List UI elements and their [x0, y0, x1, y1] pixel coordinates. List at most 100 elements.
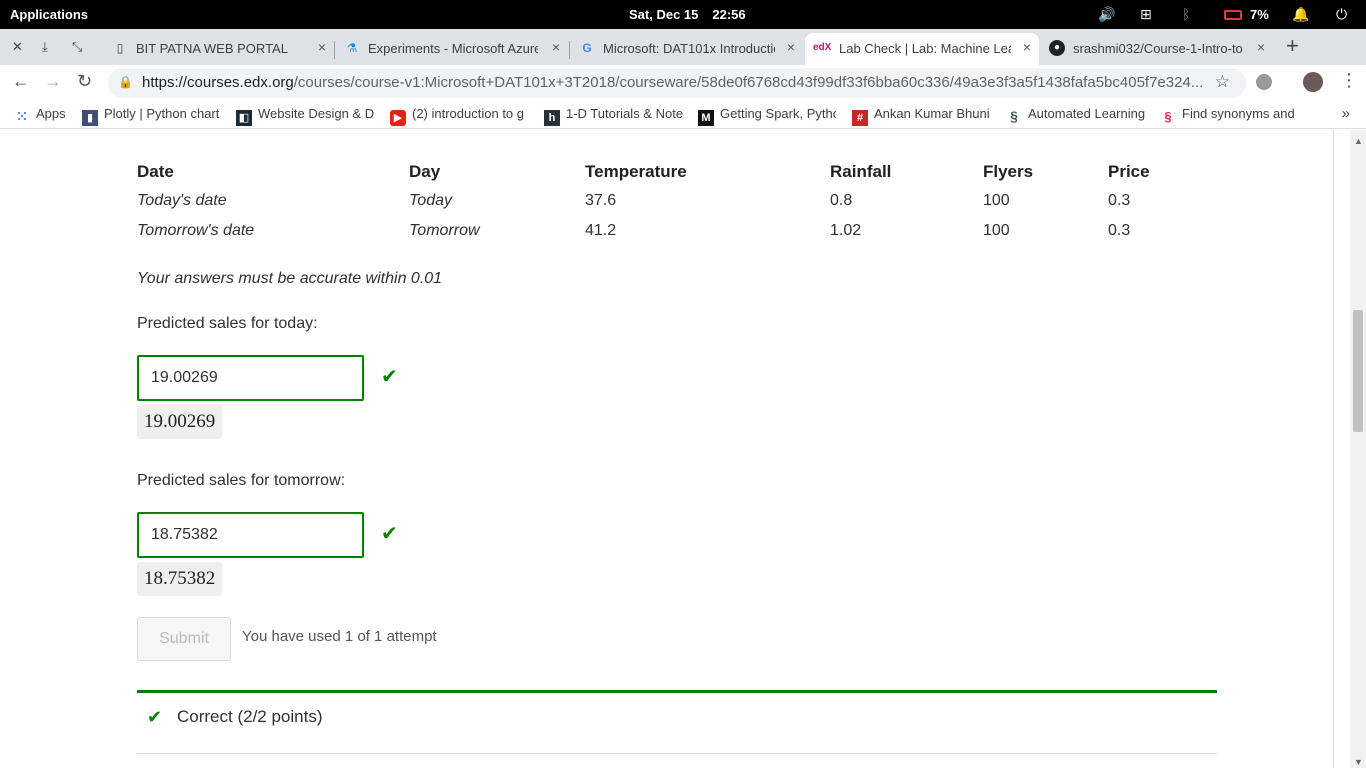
download-icon[interactable]: ⤓	[42, 39, 48, 55]
bookmark-ankan[interactable]: # Ankan Kumar Bhuni	[852, 106, 992, 126]
power-icon[interactable]: ⏻	[1336, 6, 1347, 23]
table-cell: Tomorrow	[409, 222, 480, 239]
tab-strip: ✕ ⤓ ⤡ ▯ BIT PATNA WEB PORTAL × ⚗ Experim…	[0, 29, 1366, 65]
synonym-icon: §	[1164, 109, 1172, 124]
table-cell: 1.02	[830, 222, 862, 239]
question-label-today: Predicted sales for today:	[137, 315, 318, 332]
table-header: Date	[137, 162, 174, 181]
page-content: ▲ ▼ Date Day Temperature Rainfall Flyers…	[0, 130, 1366, 768]
network-icon[interactable]: ⊞	[1140, 6, 1152, 23]
clock-time: 22:56	[712, 7, 746, 22]
correct-check-icon: ✔	[381, 366, 398, 388]
chevron-right-double-icon[interactable]: »	[1342, 105, 1350, 122]
bookmark-apps[interactable]: ⁙ Apps	[14, 106, 66, 125]
bookmark-1d-tutorials[interactable]: h 1-D Tutorials & Note	[544, 106, 684, 126]
bookmark-youtube[interactable]: ▶ (2) introduction to g	[390, 106, 528, 126]
battery-percent: 7%	[1250, 7, 1269, 22]
page-icon: ▯	[116, 41, 124, 55]
table-header: Price	[1108, 162, 1150, 181]
tab-title: Lab Check | Lab: Machine Lear	[839, 41, 1011, 56]
table-cell: 41.2	[585, 222, 617, 239]
answer-input-tomorrow[interactable]	[137, 512, 364, 558]
apps-grid-icon: ⁙	[16, 109, 28, 124]
tab-title: Microsoft: DAT101x Introductio	[603, 41, 775, 56]
menu-dots-icon[interactable]: ⋮	[1340, 70, 1358, 91]
address-bar[interactable]: 🔒 https://courses.edx.org/courses/course…	[108, 68, 1246, 98]
volume-icon[interactable]: 🔊	[1098, 6, 1115, 23]
tab-close-icon[interactable]: ×	[1023, 39, 1031, 55]
bookmark-getting-spark[interactable]: M Getting Spark, Pytho	[698, 106, 836, 126]
tab-dat101x[interactable]: G Microsoft: DAT101x Introductio ×	[571, 33, 803, 65]
tab-close-icon[interactable]: ×	[318, 39, 326, 55]
answer-input-today[interactable]	[137, 355, 364, 401]
tab-bit-patna[interactable]: ▯ BIT PATNA WEB PORTAL ×	[104, 33, 334, 65]
battery-icon[interactable]	[1224, 7, 1242, 23]
bookmark-website-design[interactable]: ◧ Website Design & D	[236, 106, 376, 126]
youtube-icon: ▶	[390, 110, 406, 126]
github-icon: ●	[1049, 40, 1065, 56]
bookmark-automated-learning[interactable]: § Automated Learning	[1006, 106, 1146, 124]
table-cell: Tomorrow's date	[137, 222, 255, 239]
restore-window-icon[interactable]: ⤡	[72, 39, 82, 55]
lock-icon[interactable]: 🔒	[118, 75, 133, 89]
flask-icon: ⚗	[346, 41, 358, 55]
os-top-bar: Applications Sat, Dec 15 22:56 🔊 ⊞ ᛒ 7% 🔔…	[0, 0, 1366, 29]
submit-button[interactable]: Submit	[137, 617, 231, 661]
bookmark-find-synonyms[interactable]: § Find synonyms and	[1160, 106, 1298, 125]
table-cell: 0.3	[1108, 222, 1131, 239]
answer-preview-today: 19.00269	[137, 405, 223, 439]
tab-title: BIT PATNA WEB PORTAL	[136, 41, 288, 56]
tab-close-icon[interactable]: ×	[1257, 39, 1265, 55]
answer-preview-tomorrow: 18.75382	[137, 562, 223, 596]
scrollbar[interactable]	[1350, 130, 1366, 768]
tab-title: Experiments - Microsoft Azure	[368, 41, 538, 56]
tab-lab-check[interactable]: edX Lab Check | Lab: Machine Lear ×	[805, 33, 1039, 65]
bookmark-star-icon[interactable]: ☆	[1215, 72, 1230, 92]
plotly-icon: ▮	[82, 110, 98, 126]
back-arrow-icon[interactable]: ←	[12, 71, 30, 92]
scroll-down-arrow-icon[interactable]: ▼	[1354, 757, 1363, 767]
bookmark-plotly[interactable]: ▮ Plotly | Python chart	[82, 106, 220, 126]
table-header: Rainfall	[830, 162, 892, 181]
close-icon[interactable]: ✕	[12, 39, 23, 55]
avatar[interactable]	[1303, 72, 1323, 92]
tab-close-icon[interactable]: ×	[787, 39, 795, 55]
url-host: https://courses.edx.org	[142, 74, 294, 91]
reload-icon[interactable]: ↻	[77, 71, 92, 92]
table-cell: Today's date	[137, 192, 227, 209]
correct-check-icon: ✔	[381, 523, 398, 545]
table-cell: 0.8	[830, 192, 853, 209]
attempts-text: You have used 1 of 1 attempt	[242, 628, 437, 645]
table-header: Flyers	[983, 162, 1034, 181]
scroll-up-arrow-icon[interactable]: ▲	[1354, 136, 1363, 146]
edx-icon: edX	[813, 42, 832, 53]
new-tab-plus-icon[interactable]: +	[1286, 33, 1299, 59]
correct-check-icon: ✔	[147, 707, 163, 727]
tab-azure-experiments[interactable]: ⚗ Experiments - Microsoft Azure ×	[336, 33, 568, 65]
notifications-bell-icon[interactable]: 🔔	[1292, 6, 1309, 23]
result-notification: ✔ Correct (2/2 points)	[137, 690, 1217, 754]
table-cell: 0.3	[1108, 192, 1131, 209]
table-header: Temperature	[585, 162, 687, 181]
website-icon: ◧	[236, 110, 252, 126]
forward-arrow-icon[interactable]: →	[44, 71, 62, 92]
applications-menu[interactable]: Applications	[10, 7, 88, 22]
url-path: /courses/course-v1:Microsoft+DAT101x+3T2…	[293, 74, 1202, 91]
table-cell: 37.6	[585, 192, 617, 209]
toolbar: ← → ↻ 🔒 https://courses.edx.org/courses/…	[0, 65, 1366, 100]
tab-github[interactable]: ● srashmi032/Course-1-Intro-to- ×	[1041, 33, 1273, 65]
table-cell: Today	[409, 192, 452, 209]
clock[interactable]: Sat, Dec 15 22:56	[629, 7, 746, 22]
url-text[interactable]: https://courses.edx.org/courses/course-v…	[142, 74, 1202, 91]
clock-date: Sat, Dec 15	[629, 7, 699, 22]
dna-icon: §	[1010, 108, 1018, 124]
table-header: Day	[409, 162, 441, 181]
scrollbar-thumb[interactable]	[1353, 310, 1363, 432]
tab-close-icon[interactable]: ×	[552, 39, 560, 55]
bookmarks-bar: ⁙ Apps ▮ Plotly | Python chart ◧ Website De…	[0, 100, 1366, 129]
bluetooth-icon[interactable]: ᛒ	[1182, 6, 1190, 22]
medium-icon: M	[698, 110, 714, 126]
accuracy-note: Your answers must be accurate within 0.0…	[137, 270, 443, 287]
question-label-tomorrow: Predicted sales for tomorrow:	[137, 472, 346, 489]
extension-icon[interactable]	[1256, 74, 1272, 90]
